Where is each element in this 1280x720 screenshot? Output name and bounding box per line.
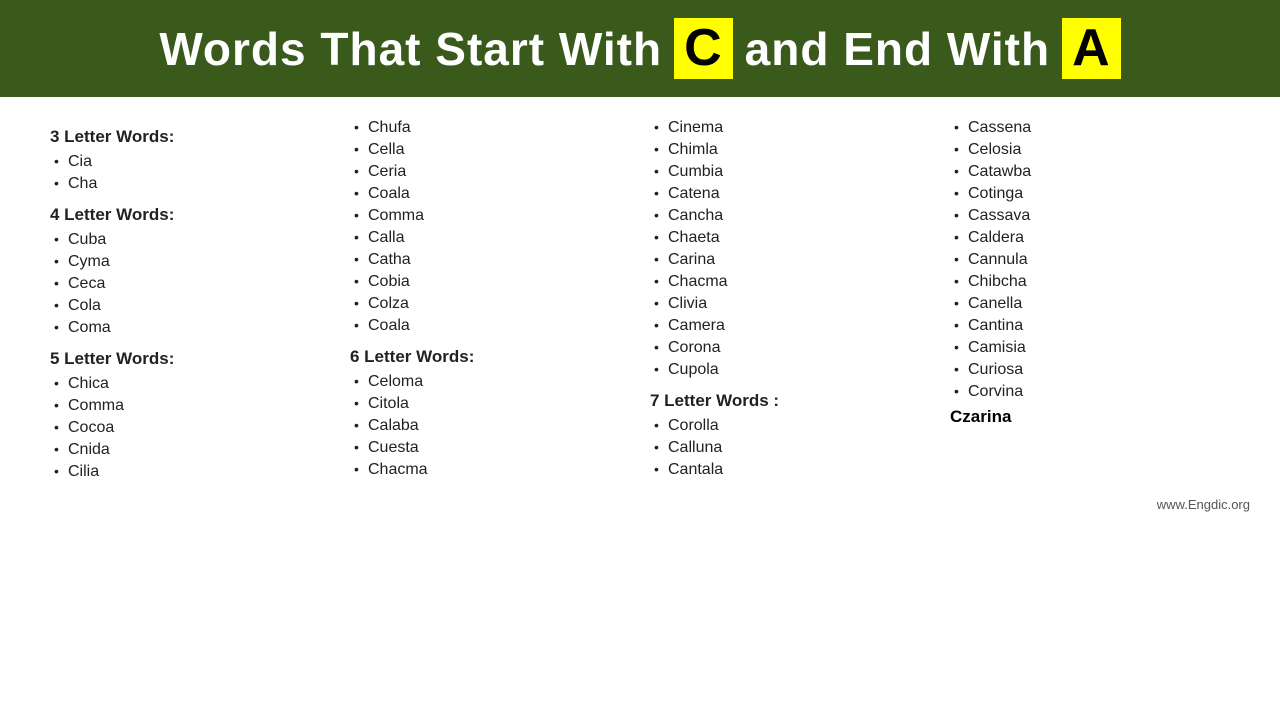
list-item: Cia (50, 151, 330, 173)
list-item: Chacma (650, 271, 930, 293)
content-grid: 3 Letter Words: CiaCha 4 Letter Words: Cuba… (0, 97, 1280, 493)
list-item: Catha (350, 249, 630, 271)
word-list-col1-3: ChicaCommaCocoaCnidaCilia (50, 373, 330, 483)
list-item: Catena (650, 183, 930, 205)
list-item: Cumbia (650, 161, 930, 183)
word-list-col1-2: CubaCymaCecaColaComa (50, 229, 330, 339)
list-item: Cupola (650, 359, 930, 381)
list-item: Coma (50, 317, 330, 339)
letter-a-highlight: A (1062, 18, 1121, 79)
list-item: Comma (350, 205, 630, 227)
list-item: Celoma (350, 371, 630, 393)
list-item: Cobia (350, 271, 630, 293)
list-item: Corona (650, 337, 930, 359)
list-item: Cuesta (350, 437, 630, 459)
list-item: Clivia (650, 293, 930, 315)
list-item: Cantina (950, 315, 1230, 337)
list-item: Calla (350, 227, 630, 249)
list-item: Cancha (650, 205, 930, 227)
extra-word-col4: Czarina (950, 407, 1230, 427)
list-item: Chaeta (650, 227, 930, 249)
list-item: Chica (50, 373, 330, 395)
list-item: Chacma (350, 459, 630, 481)
list-item: Chibcha (950, 271, 1230, 293)
column-1: 3 Letter Words: CiaCha 4 Letter Words: Cuba… (40, 117, 340, 483)
list-item: Chufa (350, 117, 630, 139)
list-item: Cnida (50, 439, 330, 461)
list-item: Citola (350, 393, 630, 415)
column-4: CassenaCelosiaCatawbaCotingaCassavaCalde… (940, 117, 1240, 483)
list-item: Cotinga (950, 183, 1230, 205)
list-item: Colza (350, 293, 630, 315)
list-item: Carina (650, 249, 930, 271)
column-3: CinemaChimlaCumbiaCatenaCanchaChaetaCari… (640, 117, 940, 483)
list-item: Cinema (650, 117, 930, 139)
list-item: Cocoa (50, 417, 330, 439)
list-item: Cella (350, 139, 630, 161)
list-item: Coala (350, 315, 630, 337)
list-item: Calaba (350, 415, 630, 437)
list-item: Cilia (50, 461, 330, 483)
word-list-col2-1: ChufaCellaCeriaCoalaCommaCallaCathaCobia… (350, 117, 630, 337)
list-item: Cassena (950, 117, 1230, 139)
word-list-col4-1: CassenaCelosiaCatawbaCotingaCassavaCalde… (950, 117, 1230, 403)
letter-c-highlight: C (674, 18, 733, 79)
page-header: Words That Start With C and End With A (0, 0, 1280, 97)
website-url: www.Engdic.org (1157, 497, 1250, 512)
section-heading-col3-2: 7 Letter Words : (650, 391, 930, 411)
section-heading-col1-2: 4 Letter Words: (50, 205, 330, 225)
list-item: Catawba (950, 161, 1230, 183)
list-item: Cha (50, 173, 330, 195)
section-heading-col1-3: 5 Letter Words: (50, 349, 330, 369)
list-item: Calluna (650, 437, 930, 459)
list-item: Camisia (950, 337, 1230, 359)
list-item: Cannula (950, 249, 1230, 271)
list-item: Corolla (650, 415, 930, 437)
word-list-col1-1: CiaCha (50, 151, 330, 195)
list-item: Comma (50, 395, 330, 417)
header-prefix: Words That Start With (159, 22, 662, 76)
list-item: Canella (950, 293, 1230, 315)
list-item: Ceca (50, 273, 330, 295)
list-item: Curiosa (950, 359, 1230, 381)
list-item: Caldera (950, 227, 1230, 249)
list-item: Cantala (650, 459, 930, 481)
list-item: Cuba (50, 229, 330, 251)
section-heading-col1-1: 3 Letter Words: (50, 127, 330, 147)
list-item: Cassava (950, 205, 1230, 227)
list-item: Corvina (950, 381, 1230, 403)
section-heading-col2-2: 6 Letter Words: (350, 347, 630, 367)
word-list-col3-2: CorollaCallunaCantala (650, 415, 930, 481)
list-item: Celosia (950, 139, 1230, 161)
list-item: Cola (50, 295, 330, 317)
list-item: Cyma (50, 251, 330, 273)
list-item: Coala (350, 183, 630, 205)
list-item: Chimla (650, 139, 930, 161)
list-item: Camera (650, 315, 930, 337)
footer: www.Engdic.org (0, 493, 1280, 518)
word-list-col2-2: CelomaCitolaCalabaCuestaChacma (350, 371, 630, 481)
column-2: ChufaCellaCeriaCoalaCommaCallaCathaCobia… (340, 117, 640, 483)
header-title: Words That Start With C and End With A (159, 18, 1120, 79)
word-list-col3-1: CinemaChimlaCumbiaCatenaCanchaChaetaCari… (650, 117, 930, 381)
list-item: Ceria (350, 161, 630, 183)
header-middle: and End With (745, 22, 1050, 76)
